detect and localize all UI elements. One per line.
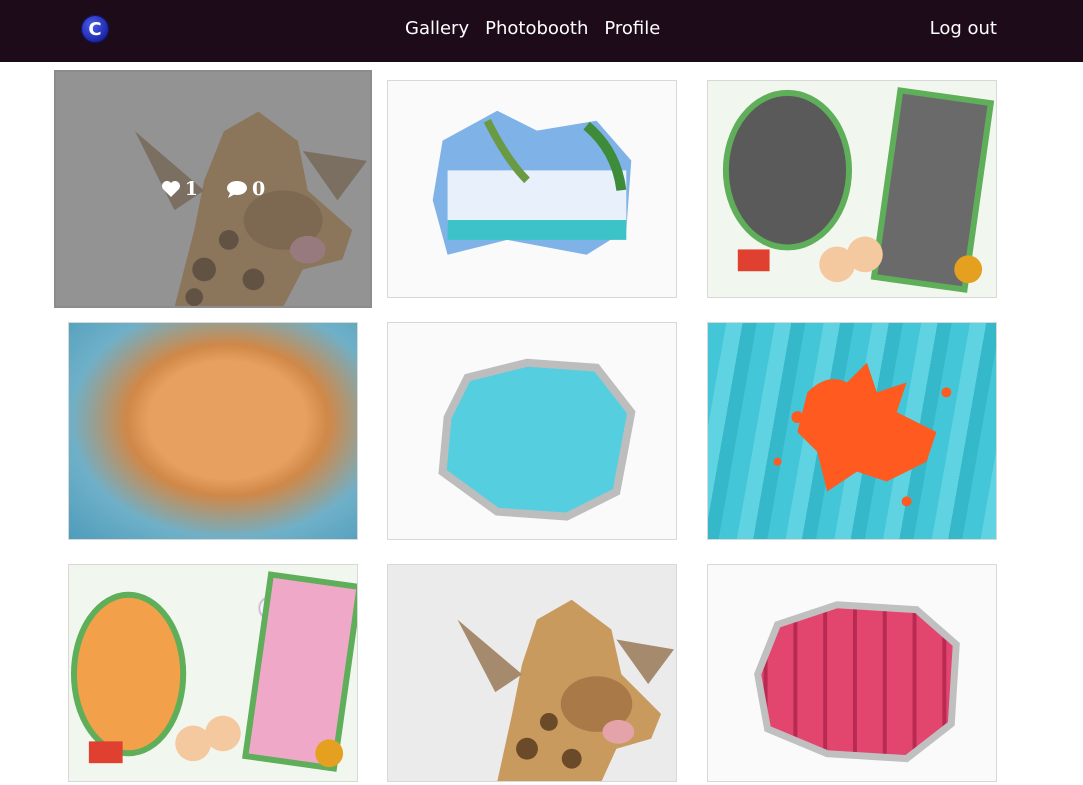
giraffe-image-2 [388,565,676,781]
gallery-image-7[interactable] [68,564,358,782]
torn-paper-teal-image [388,323,676,539]
gallery-image-3[interactable] [707,80,997,298]
sleeping-cat-image [69,323,357,539]
paint-splatter-image [708,323,996,539]
comments-stat[interactable]: 0 [226,178,265,200]
logout-link[interactable]: Log out [930,18,997,39]
gallery-image-5[interactable] [387,322,677,540]
gallery-image-2[interactable] [387,80,677,298]
gallery-image-4[interactable] [68,322,358,540]
gallery-image-1[interactable]: 1 0 [54,70,372,308]
top-navbar: C Gallery Photobooth Profile Log out [0,0,1083,62]
heart-icon [161,181,180,197]
torn-paper-pink-image [708,565,996,781]
image-stats-overlay: 1 0 [56,72,370,306]
pomeranian-frame-image [69,565,357,781]
nav-gallery-link[interactable]: Gallery [405,18,469,39]
likes-stat[interactable]: 1 [161,178,198,200]
nav-photobooth-link[interactable]: Photobooth [485,18,588,39]
kittens-frame-image [708,81,996,297]
comment-icon [227,181,247,198]
gallery-image-9[interactable] [707,564,997,782]
torn-paper-beach-image [388,81,676,297]
gallery-image-8[interactable] [387,564,677,782]
comments-count: 0 [252,178,266,200]
likes-count: 1 [184,178,198,200]
nav-profile-link[interactable]: Profile [604,18,660,39]
app-logo[interactable]: C [81,15,109,43]
nav-links: Gallery Photobooth Profile [405,18,676,39]
gallery-image-6[interactable] [707,322,997,540]
